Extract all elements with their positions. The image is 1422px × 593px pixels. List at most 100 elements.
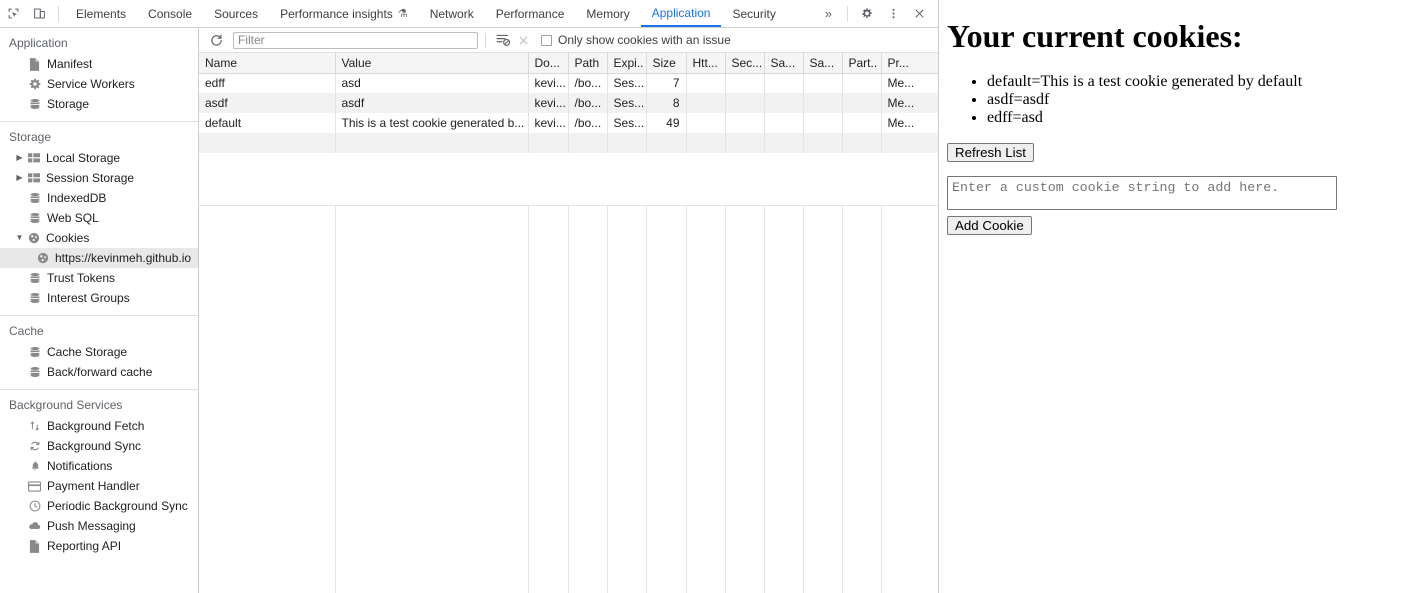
refresh-list-button[interactable]: Refresh List <box>947 143 1034 162</box>
table-row[interactable]: edff asd kevi... /bo... Ses... 7 Me... <box>199 73 938 93</box>
only-issues-checkbox[interactable] <box>541 34 552 46</box>
sidebar-item-cache-storage[interactable]: Cache Storage <box>0 342 198 362</box>
sidebar-item-trust-tokens[interactable]: Trust Tokens <box>0 268 198 288</box>
chevron-right-icon[interactable]: ▶ <box>14 168 25 188</box>
tab-elements[interactable]: Elements <box>65 0 137 27</box>
devtools-tabs: Elements Console Sources Performance ins… <box>65 0 787 27</box>
custom-cookie-input[interactable] <box>947 176 1337 210</box>
sidebar-item-background-fetch[interactable]: Background Fetch <box>0 416 198 436</box>
refresh-icon[interactable] <box>205 30 227 50</box>
more-tabs-icon[interactable]: » <box>816 6 841 21</box>
only-issues-label: Only show cookies with an issue <box>558 33 731 47</box>
cookies-table-wrapper[interactable]: Name Value Do... Path Expi.. Size Htt...… <box>199 53 938 593</box>
cell-size: 49 <box>646 113 687 133</box>
clear-filtered-cookies-icon[interactable] <box>493 30 513 50</box>
column-header-domain[interactable]: Do... <box>528 53 569 74</box>
cell-sameparty <box>803 113 843 133</box>
sidebar-item-label: Background Fetch <box>47 419 145 433</box>
sidebar-group-application: Application Manifest Service Workers Sto… <box>0 28 198 122</box>
only-issues-checkbox-wrap[interactable]: Only show cookies with an issue <box>541 33 731 47</box>
list-item: edff=asd <box>987 109 1414 127</box>
sidebar-item-indexeddb[interactable]: IndexedDB <box>0 188 198 208</box>
table-row[interactable]: asdf asdf kevi... /bo... Ses... 8 Me... <box>199 93 938 113</box>
sidebar-item-cookie-origin[interactable]: https://kevinmeh.github.io <box>0 248 198 268</box>
sidebar-item-background-sync[interactable]: Background Sync <box>0 436 198 456</box>
sidebar-group-title: Application <box>9 36 68 50</box>
sidebar-item-interest-groups[interactable]: Interest Groups <box>0 288 198 308</box>
table-row[interactable]: default This is a test cookie generated … <box>199 113 938 133</box>
gear-icon[interactable] <box>854 1 880 26</box>
bell-icon <box>26 458 43 474</box>
database-icon <box>26 210 43 226</box>
inspect-element-icon[interactable] <box>0 1 26 26</box>
kebab-menu-icon[interactable] <box>880 1 906 26</box>
cell-domain: kevi... <box>528 93 569 113</box>
column-header-httponly[interactable]: Htt... <box>686 53 726 74</box>
sidebar-item-label: Push Messaging <box>47 519 136 533</box>
cell-name <box>199 133 336 153</box>
sidebar-item-back-forward-cache[interactable]: Back/forward cache <box>0 362 198 382</box>
cell-path: /bo... <box>568 113 608 133</box>
sidebar-item-periodic-background-sync[interactable]: Periodic Background Sync <box>0 496 198 516</box>
sidebar-item-label: Session Storage <box>46 171 135 185</box>
cell-value <box>335 133 529 153</box>
tab-network[interactable]: Network <box>419 0 485 27</box>
cell-value: asdf <box>335 93 529 113</box>
cell-priority: Me... <box>881 113 938 133</box>
list-item: default=This is a test cookie generated … <box>987 73 1414 91</box>
sidebar-group-title: Background Services <box>9 398 123 412</box>
column-header-expires[interactable]: Expi.. <box>607 53 647 74</box>
column-header-sameparty[interactable]: Sa... <box>803 53 843 74</box>
tab-sources[interactable]: Sources <box>203 0 269 27</box>
sidebar-item-label: Notifications <box>47 459 113 473</box>
sidebar-item-reporting-api[interactable]: Reporting API <box>0 536 198 556</box>
sidebar-group-cache: Cache Cache Storage Back/forward cache <box>0 316 198 390</box>
chevron-down-icon[interactable]: ▼ <box>14 228 25 248</box>
tab-security[interactable]: Security <box>721 0 786 27</box>
sidebar-item-notifications[interactable]: Notifications <box>0 456 198 476</box>
column-header-value[interactable]: Value <box>335 53 529 74</box>
table-header-row: Name Value Do... Path Expi.. Size Htt...… <box>199 53 938 74</box>
sidebar-item-local-storage[interactable]: ▶ Local Storage <box>0 148 198 168</box>
sidebar-item-push-messaging[interactable]: Push Messaging <box>0 516 198 536</box>
cell-domain <box>528 133 569 153</box>
database-icon <box>26 344 43 360</box>
cell-domain: kevi... <box>528 113 569 133</box>
sidebar-item-payment-handler[interactable]: Payment Handler <box>0 476 198 496</box>
column-header-partitionkey[interactable]: Part.. <box>842 53 882 74</box>
sidebar-item-session-storage[interactable]: ▶ Session Storage <box>0 168 198 188</box>
cell-partitionkey <box>842 113 882 133</box>
column-header-name[interactable]: Name <box>199 53 336 74</box>
browser-window: Elements Console Sources Performance ins… <box>0 0 1422 593</box>
cell-httponly <box>686 113 726 133</box>
cookies-table: Name Value Do... Path Expi.. Size Htt...… <box>199 53 938 153</box>
cell-path: /bo... <box>568 93 608 113</box>
tab-performance[interactable]: Performance <box>485 0 576 27</box>
column-header-path[interactable]: Path <box>568 53 608 74</box>
sidebar-item-cookies[interactable]: ▼ Cookies <box>0 228 198 248</box>
column-header-samesite[interactable]: Sa... <box>764 53 804 74</box>
sidebar-item-label: Cookies <box>46 231 90 245</box>
close-icon[interactable] <box>906 1 932 26</box>
sidebar-item-label: Local Storage <box>46 151 121 165</box>
sidebar-item-service-workers[interactable]: Service Workers <box>0 74 198 94</box>
tab-application[interactable]: Application <box>640 0 722 27</box>
table-row-empty[interactable] <box>199 133 938 153</box>
search-input[interactable] <box>233 31 478 49</box>
gear-icon <box>26 76 43 92</box>
chevron-right-icon[interactable]: ▶ <box>14 148 25 168</box>
sidebar-item-manifest[interactable]: Manifest <box>0 54 198 74</box>
table-icon <box>25 150 42 166</box>
sidebar-item-storage[interactable]: Storage <box>0 94 198 114</box>
column-header-priority[interactable]: Pr... <box>881 53 938 74</box>
add-cookie-button[interactable]: Add Cookie <box>947 216 1032 235</box>
column-header-secure[interactable]: Sec... <box>725 53 765 74</box>
device-toolbar-icon[interactable] <box>26 1 52 26</box>
cell-expires: Ses... <box>607 93 647 113</box>
clear-all-cookies-icon[interactable] <box>513 30 533 50</box>
tab-memory[interactable]: Memory <box>575 0 640 27</box>
sidebar-item-web-sql[interactable]: Web SQL <box>0 208 198 228</box>
tab-performance-insights[interactable]: Performance insights ⚗ <box>269 0 419 27</box>
column-header-size[interactable]: Size <box>646 53 687 74</box>
tab-console[interactable]: Console <box>137 0 203 27</box>
